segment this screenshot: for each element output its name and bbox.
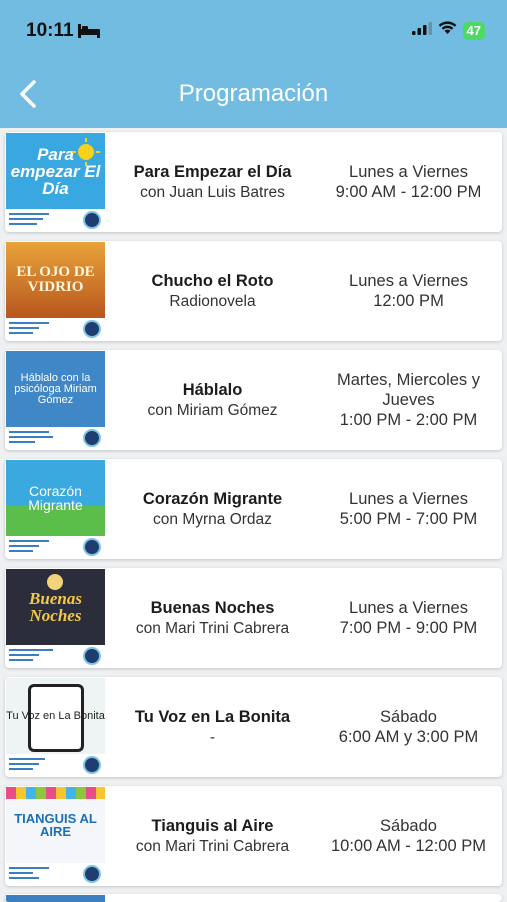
program-days: Lunes a Viernes (349, 163, 468, 181)
program-name: Chucho el Roto (151, 271, 274, 290)
program-card-hablalo[interactable]: Háblalo con la psicóloga Miriam Gómez Há… (5, 350, 502, 450)
program-name: Para Empezar el Día (133, 162, 292, 181)
station-logo-icon (83, 320, 101, 338)
program-days: Martes, Miercoles y Jueves (336, 371, 481, 409)
program-name: Háblalo (182, 380, 243, 399)
wifi-icon (438, 21, 457, 40)
program-art-text: Háblalo con la psicóloga Miriam Gómez (14, 371, 97, 406)
program-card-chucho-el-roto[interactable]: EL OJO DE VIDRIO Chucho el Roto Radionov… (5, 241, 502, 341)
sleep-mode-icon (78, 24, 100, 43)
program-thumbnail: Háblalo con la psicóloga Miriam Gómez (6, 351, 105, 449)
status-bar: 10:11 47 (0, 14, 507, 50)
program-art-text: Buenas Noches (29, 589, 82, 625)
program-thumbnail: Tu Voz en La Bonita (6, 678, 105, 776)
station-logo-icon (83, 211, 101, 229)
program-host: con Mari Trini Cabrera (135, 619, 290, 637)
program-hours: 1:00 PM - 2:00 PM (339, 411, 478, 429)
program-hours: 12:00 PM (373, 292, 444, 310)
program-host: con Mari Trini Cabrera (135, 837, 290, 855)
program-host: Radionovela (169, 292, 256, 310)
program-hours: 5:00 PM - 7:00 PM (339, 510, 478, 528)
cellular-signal-icon (411, 21, 432, 40)
program-thumbnail: Corazón Migrante (6, 460, 105, 558)
program-hours: 6:00 AM y 3:00 PM (338, 728, 479, 746)
page-title: Programación (178, 80, 329, 107)
program-art-text: Corazón Migrante (28, 483, 83, 513)
program-thumbnail: EL OJO DE VIDRIO (6, 242, 105, 340)
program-thumbnail: Buenas Noches (6, 569, 105, 667)
program-hours: 7:00 PM - 9:00 PM (339, 619, 478, 637)
program-thumbnail: Para empezar El Día (6, 133, 105, 231)
program-name: Corazón Migrante (142, 489, 283, 508)
status-time: 10:11 (26, 20, 74, 41)
program-card-para-empezar[interactable]: Para empezar El Día Para Empezar el Día … (5, 132, 502, 232)
program-host: con Miriam Gómez (147, 401, 278, 419)
program-days: Lunes a Viernes (349, 599, 468, 617)
program-host: - (209, 728, 216, 746)
station-logo-icon (83, 538, 101, 556)
program-name: Tianguis al Aire (151, 816, 274, 835)
program-art-text: EL OJO DE VIDRIO (16, 264, 95, 295)
program-days: Sábado (380, 817, 437, 835)
program-card-tu-voz[interactable]: Tu Voz en La Bonita Tu Voz en La Bonita … (5, 677, 502, 777)
program-art-text: Tu Voz en La Bonita (6, 709, 105, 722)
program-thumbnail: TIANGUIS AL AIRE (6, 787, 105, 885)
program-days: Lunes a Viernes (349, 490, 468, 508)
program-art-text: TIANGUIS AL AIRE (14, 811, 97, 839)
program-card-corazon-migrante[interactable]: Corazón Migrante Corazón Migrante con My… (5, 459, 502, 559)
station-logo-icon (83, 429, 101, 447)
station-logo-icon (83, 865, 101, 883)
program-host: con Myrna Ordaz (153, 510, 272, 528)
program-card-tianguis[interactable]: TIANGUIS AL AIRE Tianguis al Aire con Ma… (5, 786, 502, 886)
program-days: Sábado (380, 708, 437, 726)
station-logo-icon (83, 647, 101, 665)
program-card-partial[interactable] (5, 894, 502, 902)
program-hours: 9:00 AM - 12:00 PM (335, 183, 482, 201)
program-name: Tu Voz en La Bonita (134, 707, 291, 726)
program-hours: 10:00 AM - 12:00 PM (330, 837, 486, 855)
station-logo-icon (83, 756, 101, 774)
program-host: con Juan Luis Batres (140, 183, 285, 201)
program-card-buenas-noches[interactable]: Buenas Noches Buenas Noches con Mari Tri… (5, 568, 502, 668)
program-name: Buenas Noches (150, 598, 275, 617)
program-days: Lunes a Viernes (349, 272, 468, 290)
app-header: 10:11 47 Programación (0, 0, 507, 128)
battery-icon: 47 (462, 21, 485, 40)
